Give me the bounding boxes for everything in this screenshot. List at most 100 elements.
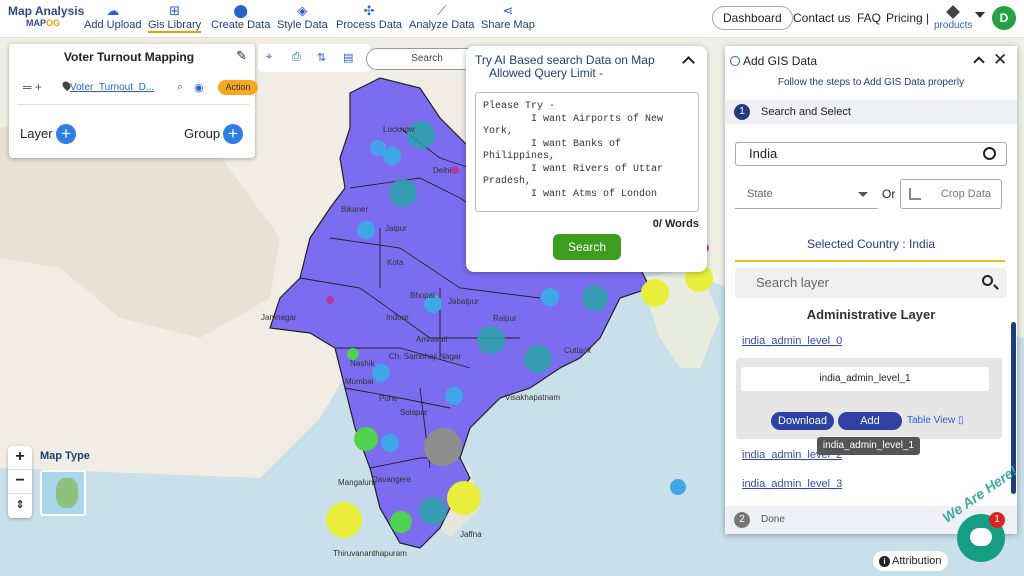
faq-link[interactable]: FAQ (857, 11, 881, 25)
map-type-label: Map Type (40, 450, 90, 462)
map-label: Jamnagar (261, 313, 297, 322)
country-input[interactable]: India (735, 142, 1007, 166)
ai-search-panel: Try AI Based search Data on Map Allowed … (466, 46, 707, 272)
app-logo[interactable]: Map Analysis MAPOG (8, 4, 85, 29)
layer-name-link[interactable]: Voter_Turnout_D... (70, 82, 154, 93)
map-label: Bhopal (410, 291, 435, 300)
compass-icon[interactable]: ⇕ (8, 494, 32, 518)
step-number: 1 (734, 104, 750, 120)
state-select[interactable]: State (735, 179, 878, 209)
eye-icon[interactable]: ◉ (194, 81, 204, 94)
drag-handle-icon[interactable]: ═ + (23, 80, 42, 94)
map-label: Delhi (433, 166, 452, 175)
word-count: 0/ Words (652, 218, 699, 230)
caret-down-icon (858, 192, 868, 197)
map-label: Jaffna (460, 530, 482, 539)
add-button[interactable]: Add (838, 412, 902, 430)
add-gis-data-panel: Add GIS Data ✕ Follow the steps to Add G… (725, 46, 1017, 534)
map-label: Ch. Sambhaji Nagar (389, 352, 462, 361)
avatar[interactable]: D (992, 6, 1016, 30)
top-navbar: Map Analysis MAPOG ☁ Add Upload ⊞ Gis Libr… (0, 0, 1024, 38)
step-number: 2 (734, 512, 750, 528)
edit-icon[interactable]: ✎ (236, 48, 247, 64)
info-icon: i (879, 556, 890, 567)
map-label: Kota (387, 258, 404, 267)
layer-link[interactable]: india_admin_level_3 (742, 478, 842, 490)
layers-panel: Voter Turnout Mapping ✎ ═ + Voter_Turnou… (9, 44, 258, 158)
chevron-up-icon[interactable] (682, 56, 695, 69)
action-button[interactable]: Action (218, 80, 258, 95)
nav-create-data[interactable]: ⬤ Create Data (211, 3, 270, 31)
ai-query-textarea[interactable]: Please Try - I want Airports of New York… (475, 92, 699, 212)
map-label: Nashik (350, 359, 375, 368)
download-button[interactable]: Download (771, 412, 834, 430)
zoom-control: + − ⇕ (8, 446, 32, 518)
crop-data-button[interactable]: Crop Data (900, 179, 1002, 209)
map-type-thumbnail[interactable] (40, 470, 86, 516)
analyze-icon: ⟋ (437, 3, 447, 18)
chevron-down-icon[interactable] (975, 12, 985, 18)
close-icon[interactable]: ✕ (993, 50, 1007, 70)
map-label: Visakhapatnam (505, 393, 560, 402)
map-label: Jaipur (385, 224, 407, 233)
map-label: Bikaner (341, 205, 369, 214)
nav-share-map[interactable]: ⋖ Share Map (481, 3, 535, 31)
ai-search-button[interactable]: Search (553, 234, 621, 260)
chevron-up-icon[interactable] (973, 56, 985, 68)
paint-icon: ◈ (297, 3, 308, 18)
map-label: Mangaluru (338, 478, 376, 487)
step-label: Search and Select (761, 106, 851, 118)
filter-icon[interactable]: ⇅ (317, 51, 326, 64)
zoom-to-layer-icon[interactable]: ⌕ (177, 81, 183, 94)
project-title: Voter Turnout Mapping (63, 50, 195, 64)
tooltip: india_admin_level_1 (817, 437, 920, 455)
globe-icon (983, 147, 996, 160)
pin-icon: ⬤ (233, 3, 248, 18)
attribution-button[interactable]: i Attribution (873, 551, 948, 571)
chat-icon[interactable]: ▤ (343, 51, 353, 64)
map-label: Jabalpur (448, 297, 479, 306)
nav-analyze-data[interactable]: ⟋ Analyze Data (409, 3, 474, 31)
print-icon[interactable]: ⎙ (292, 51, 301, 64)
divider (735, 260, 1005, 262)
table-view-link[interactable]: Table View ▯ (907, 415, 963, 426)
logo-subtext: MAPOG (26, 18, 61, 28)
crop-icon (909, 188, 921, 200)
add-group-button[interactable]: + (223, 124, 243, 144)
notification-badge: 1 (989, 512, 1005, 528)
group-label: Group (184, 126, 221, 141)
cube-icon (946, 5, 961, 19)
layer-card: india_admin_level_1 Download Add Table V… (736, 358, 1002, 439)
search-layer-input[interactable]: Search layer (735, 268, 1007, 298)
map-label: Raipur (493, 314, 517, 323)
zoom-out-button[interactable]: − (8, 470, 32, 494)
contact-link[interactable]: Contact us (793, 11, 850, 25)
map-label: Lucknow (383, 125, 415, 134)
map-label: Indore (386, 313, 409, 322)
nav-gis-library[interactable]: ⊞ Gis Library (148, 3, 202, 33)
add-layer-button[interactable]: + (56, 124, 76, 144)
nav-add-upload[interactable]: ☁ Add Upload (84, 3, 142, 31)
selected-country: Selected Country : India (806, 237, 936, 251)
layer-row[interactable]: ═ + Voter_Turnout_D... ⌕ ◉ Action (19, 78, 258, 98)
panel-title: Add GIS Data (730, 54, 817, 68)
pricing-link[interactable]: Pricing | (886, 11, 929, 25)
globe-icon (730, 56, 740, 66)
ai-panel-title: Try AI Based search Data on Map Allowed … (475, 53, 655, 80)
library-icon: ⊞ (169, 3, 181, 18)
nav-process-data[interactable]: ✣ Process Data (336, 3, 402, 31)
dashboard-button[interactable]: Dashboard (712, 6, 793, 30)
layer-link[interactable]: india_admin_level_0 (742, 335, 842, 347)
search-icon[interactable] (982, 275, 993, 286)
map-label: Amravati (416, 335, 448, 344)
nav-style-data[interactable]: ◈ Style Data (277, 3, 328, 31)
products-menu[interactable]: products (934, 5, 972, 31)
cloud-upload-icon: ☁ (106, 3, 120, 18)
layer-card-title: india_admin_level_1 (741, 367, 989, 391)
map-label: Mumbai (345, 377, 374, 386)
locate-icon[interactable]: ⌖ (266, 51, 272, 64)
divider (17, 104, 249, 105)
logo-text: Map Analysis (8, 4, 85, 18)
zoom-in-button[interactable]: + (8, 446, 32, 470)
step-header[interactable]: 1 Search and Select (725, 100, 1017, 124)
